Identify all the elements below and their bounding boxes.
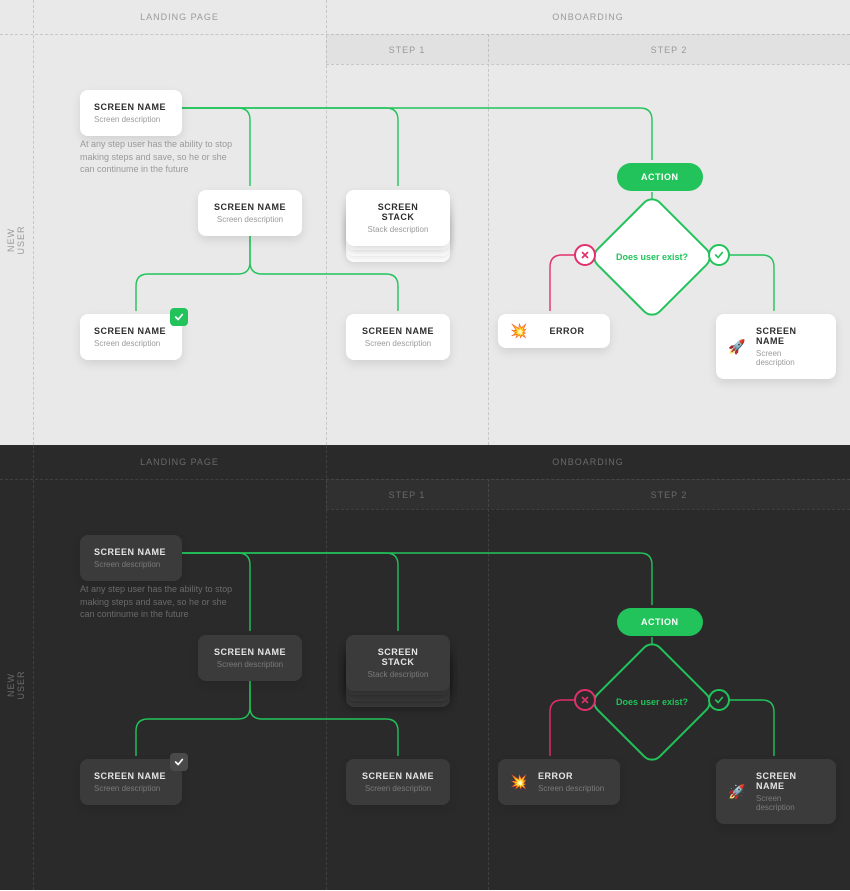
card-title: SCREEN NAME — [360, 326, 436, 336]
screen-card-error: 💥 ERROR — [498, 314, 610, 348]
collision-icon: 💥 — [510, 774, 527, 791]
row-header-new-user: NEW USER — [6, 670, 26, 700]
decision-question: Does user exist? — [607, 212, 697, 302]
step-header-2: STEP 2 — [488, 45, 850, 55]
screen-stack: SCREEN STACK Stack description — [346, 190, 450, 260]
card-desc: Screen description — [212, 215, 288, 224]
screen-card-leaf-plain: SCREEN NAME Screen description — [346, 759, 450, 805]
card-title: ERROR — [538, 326, 596, 336]
close-icon — [574, 689, 596, 711]
card-desc: Screen description — [360, 784, 436, 793]
screen-card-leaf-ok: SCREEN NAME Screen description — [80, 314, 182, 360]
card-desc: Screen description — [212, 660, 288, 669]
annotation-note: At any step user has the ability to stop… — [80, 583, 240, 621]
card-title: SCREEN NAME — [756, 771, 822, 791]
card-desc: Stack description — [360, 670, 436, 679]
frame-line — [488, 34, 489, 445]
stack-top-card: SCREEN STACK Stack description — [346, 190, 450, 246]
screen-card-final: 🚀 SCREEN NAME Screen description — [716, 759, 836, 824]
decision-question: Does user exist? — [607, 657, 697, 747]
card-desc: Screen description — [756, 794, 822, 812]
card-desc: Screen description — [94, 115, 168, 124]
check-icon — [708, 689, 730, 711]
card-desc: Screen description — [94, 339, 168, 348]
card-title: SCREEN NAME — [94, 547, 168, 557]
stack-top-card: SCREEN STACK Stack description — [346, 635, 450, 691]
card-desc: Stack description — [360, 225, 436, 234]
flow-diagram-light: LANDING PAGE ONBOARDING STEP 1 STEP 2 NE… — [0, 0, 850, 445]
card-title: SCREEN NAME — [212, 202, 288, 212]
check-icon — [708, 244, 730, 266]
card-title: SCREEN STACK — [360, 202, 436, 222]
card-title: SCREEN NAME — [360, 771, 436, 781]
card-title: SCREEN NAME — [756, 326, 822, 346]
frame-line — [326, 445, 327, 890]
card-title: SCREEN NAME — [94, 326, 168, 336]
frame-line — [33, 0, 34, 445]
screen-stack: SCREEN STACK Stack description — [346, 635, 450, 705]
rocket-icon: 🚀 — [728, 783, 745, 800]
column-header-landing: LANDING PAGE — [33, 457, 326, 467]
card-desc: Screen description — [94, 784, 168, 793]
frame-line — [326, 509, 850, 510]
screen-card-start: SCREEN NAME Screen description — [80, 535, 182, 581]
flow-diagram-dark: LANDING PAGE ONBOARDING STEP 1 STEP 2 NE… — [0, 445, 850, 890]
frame-line — [326, 0, 327, 445]
card-desc: Screen description — [360, 339, 436, 348]
check-badge-icon — [170, 308, 188, 326]
card-title: SCREEN STACK — [360, 647, 436, 667]
frame-line — [488, 479, 489, 890]
frame-line — [326, 64, 850, 65]
card-desc: Screen description — [756, 349, 822, 367]
check-badge-icon — [170, 753, 188, 771]
screen-card-start: SCREEN NAME Screen description — [80, 90, 182, 136]
card-title: ERROR — [538, 771, 606, 781]
card-title: SCREEN NAME — [94, 102, 168, 112]
card-title: SCREEN NAME — [212, 647, 288, 657]
action-label: ACTION — [641, 172, 679, 182]
screen-card-error: 💥 ERROR Screen description — [498, 759, 620, 805]
step-header-1: STEP 1 — [326, 45, 488, 55]
action-label: ACTION — [641, 617, 679, 627]
action-pill: ACTION — [617, 163, 703, 191]
screen-card-final: 🚀 SCREEN NAME Screen description — [716, 314, 836, 379]
step-header-2: STEP 2 — [488, 490, 850, 500]
card-title: SCREEN NAME — [94, 771, 168, 781]
column-header-onboarding: ONBOARDING — [326, 457, 850, 467]
column-header-onboarding: ONBOARDING — [326, 12, 850, 22]
collision-icon: 💥 — [510, 323, 527, 340]
decision-diamond: Does user exist? — [607, 657, 697, 747]
close-icon — [574, 244, 596, 266]
column-header-landing: LANDING PAGE — [33, 12, 326, 22]
annotation-note: At any step user has the ability to stop… — [80, 138, 240, 176]
screen-card-leaf-plain: SCREEN NAME Screen description — [346, 314, 450, 360]
row-header-new-user: NEW USER — [6, 225, 26, 255]
frame-line — [33, 445, 34, 890]
action-pill: ACTION — [617, 608, 703, 636]
screen-card-mid: SCREEN NAME Screen description — [198, 190, 302, 236]
rocket-icon: 🚀 — [728, 338, 745, 355]
decision-diamond: Does user exist? — [607, 212, 697, 302]
screen-card-mid: SCREEN NAME Screen description — [198, 635, 302, 681]
card-desc: Screen description — [538, 784, 606, 793]
step-header-1: STEP 1 — [326, 490, 488, 500]
screen-card-leaf-ok: SCREEN NAME Screen description — [80, 759, 182, 805]
card-desc: Screen description — [94, 560, 168, 569]
